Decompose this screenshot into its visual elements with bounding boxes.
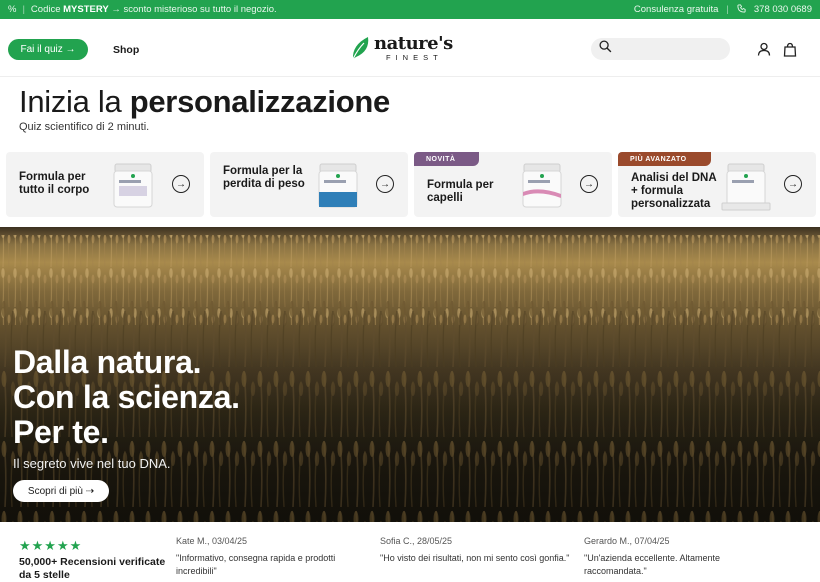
banner-headline-1: Dalla natura. [13,344,202,380]
phone-icon [737,3,746,16]
cart-icon[interactable] [782,41,798,57]
account-icon[interactable] [756,41,772,57]
banner-tagline: Il segreto vive nel tuo DNA. [13,456,171,471]
review-text: "Un'azienda eccellente. Altamente raccom… [584,553,720,576]
promo-bar: % | Codice MYSTERY → sconto misterioso s… [0,0,820,19]
logo-main: nature's [374,33,453,54]
reviews-strip: ★★★★★ 50,000+ Recensioni verificate da 5… [0,522,820,581]
card-hair-formula[interactable]: NOVITÀ Formula per capelli → [414,152,612,217]
promo-code: MYSTERY [63,4,109,15]
hero-banner: Dalla natura. Con la scienza. Per te. Il… [0,227,820,522]
product-jar-image [522,163,562,208]
card-whole-body-formula[interactable]: Formula per tutto il corpo → [6,152,204,217]
product-jar-image [721,163,771,211]
learn-more-button[interactable]: Scopri di più ⇢ [13,480,109,502]
search-icon [599,40,612,58]
review-author: Gerardo M., 07/04/25 [584,536,670,546]
card-label: Formula per capelli [427,179,494,204]
logo[interactable]: nature's FINEST [350,35,453,62]
logo-sub: FINEST [386,53,443,62]
banner-text: Dalla natura. Con la scienza. Per te. Il… [13,344,240,472]
rating-stars: ★★★★★ [19,538,83,553]
review-text: "Ho visto dei risultati, non mi sento co… [380,553,570,563]
arrow-right-icon: → [784,175,802,193]
percent-icon: % [8,4,17,15]
product-jar-image [318,163,358,208]
review-author: Sofia C., 28/05/25 [380,536,453,546]
card-label: Formula per la perdita di peso [223,165,305,190]
card-dna-analysis[interactable]: PIÙ AVANZATO Analisi del DNA + formula p… [618,152,816,217]
card-label: Analisi del DNA + formula personalizzata [631,172,717,210]
quiz-button[interactable]: Fai il quiz → [8,39,88,60]
search-bar[interactable] [591,38,730,60]
leaf-icon [352,37,369,60]
page-title: Inizia la personalizzazione [19,84,390,119]
arrow-right-icon: → [172,175,190,193]
badge-advanced: PIÙ AVANZATO [618,152,711,166]
review-author: Kate M., 03/04/25 [176,536,248,546]
page-subtitle: Quiz scientifico di 2 minuti. [19,121,150,133]
card-label: Formula per tutto il corpo [19,171,90,196]
site-header: Fai il quiz → Shop nature's FINEST [0,19,820,77]
arrow-right-icon: → [376,175,394,193]
divider: | [726,4,729,15]
reviews-count: 50,000+ Recensioni verificate da 5 stell… [19,556,166,581]
badge-new: NOVITÀ [414,152,480,166]
phone-link[interactable]: 378 030 0689 [754,4,812,15]
card-weight-loss-formula[interactable]: Formula per la perdita di peso → [210,152,408,217]
review-text: "Informativo, consegna rapida e prodotti… [176,553,336,576]
banner-headline-2: Con la scienza. [13,379,240,415]
arrow-right-icon: → [580,175,598,193]
review-item: Gerardo M., 07/04/25 "Un'azienda eccelle… [584,536,754,578]
nav-shop[interactable]: Shop [113,44,139,56]
divider: | [22,4,25,15]
consult-link[interactable]: Consulenza gratuita [634,4,719,15]
product-jar-image [113,163,153,208]
review-item: Kate M., 03/04/25 "Informativo, consegna… [176,536,356,578]
banner-headline-3: Per te. [13,414,109,450]
promo-text: Codice MYSTERY → sconto misterioso su tu… [30,4,277,15]
search-input[interactable] [618,43,718,55]
review-item: Sofia C., 28/05/25 "Ho visto dei risulta… [380,536,580,565]
